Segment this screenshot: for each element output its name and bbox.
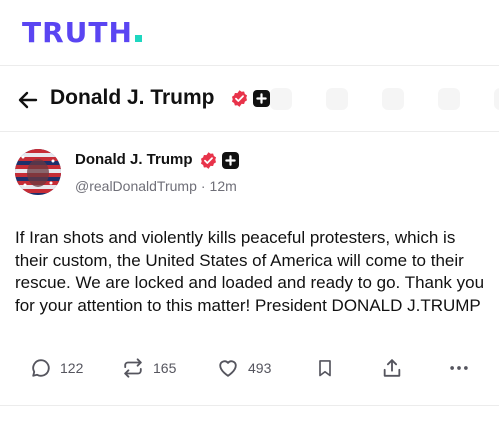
author-handle[interactable]: @realDonaldTrump (75, 178, 197, 194)
more-icon (450, 366, 468, 370)
logo-dot (134, 35, 142, 42)
avatar[interactable] (15, 149, 61, 195)
bookmark-icon (319, 360, 331, 377)
arrow-left-icon (18, 91, 38, 109)
share-button[interactable] (381, 357, 403, 379)
post-time[interactable]: 12m (210, 178, 237, 194)
like-count: 493 (248, 360, 272, 376)
retruth-button[interactable]: 165 (121, 357, 176, 379)
heart-icon (219, 360, 237, 377)
profile-name: Donald J. Trump (50, 86, 215, 109)
reply-icon (32, 359, 50, 377)
logo-text: TRUTH (22, 16, 133, 49)
more-options-button[interactable] (448, 357, 470, 379)
plus-badge-icon (222, 152, 239, 169)
post-actions: 122 165 493 (0, 357, 499, 387)
retruth-count: 165 (153, 360, 177, 376)
faded-header-icons (270, 88, 499, 110)
author-name[interactable]: Donald J. Trump (75, 151, 193, 168)
author-meta: @realDonaldTrump · 12m (75, 178, 237, 194)
truth-logo[interactable]: TRUTH (22, 16, 142, 49)
top-bar: TRUTH (0, 0, 499, 66)
author-badges (199, 151, 239, 170)
retruth-icon (124, 358, 142, 378)
share-icon (383, 359, 401, 377)
profile-header: Donald J. Trump (0, 66, 499, 132)
profile-badges (230, 89, 270, 108)
reply-count: 122 (60, 360, 84, 376)
post-text: If Iran shots and violently kills peacef… (15, 228, 485, 315)
like-button[interactable]: 493 (216, 357, 271, 379)
bookmark-button[interactable] (315, 357, 335, 379)
meta-separator: · (200, 178, 206, 194)
back-button[interactable] (16, 88, 40, 112)
verified-badge-icon (200, 152, 217, 169)
verified-badge-icon (231, 90, 248, 107)
plus-badge-icon (253, 90, 270, 107)
reply-button[interactable]: 122 (30, 357, 83, 379)
truth-post: Donald J. Trump @realDonaldTrump · 12m I… (0, 132, 499, 406)
